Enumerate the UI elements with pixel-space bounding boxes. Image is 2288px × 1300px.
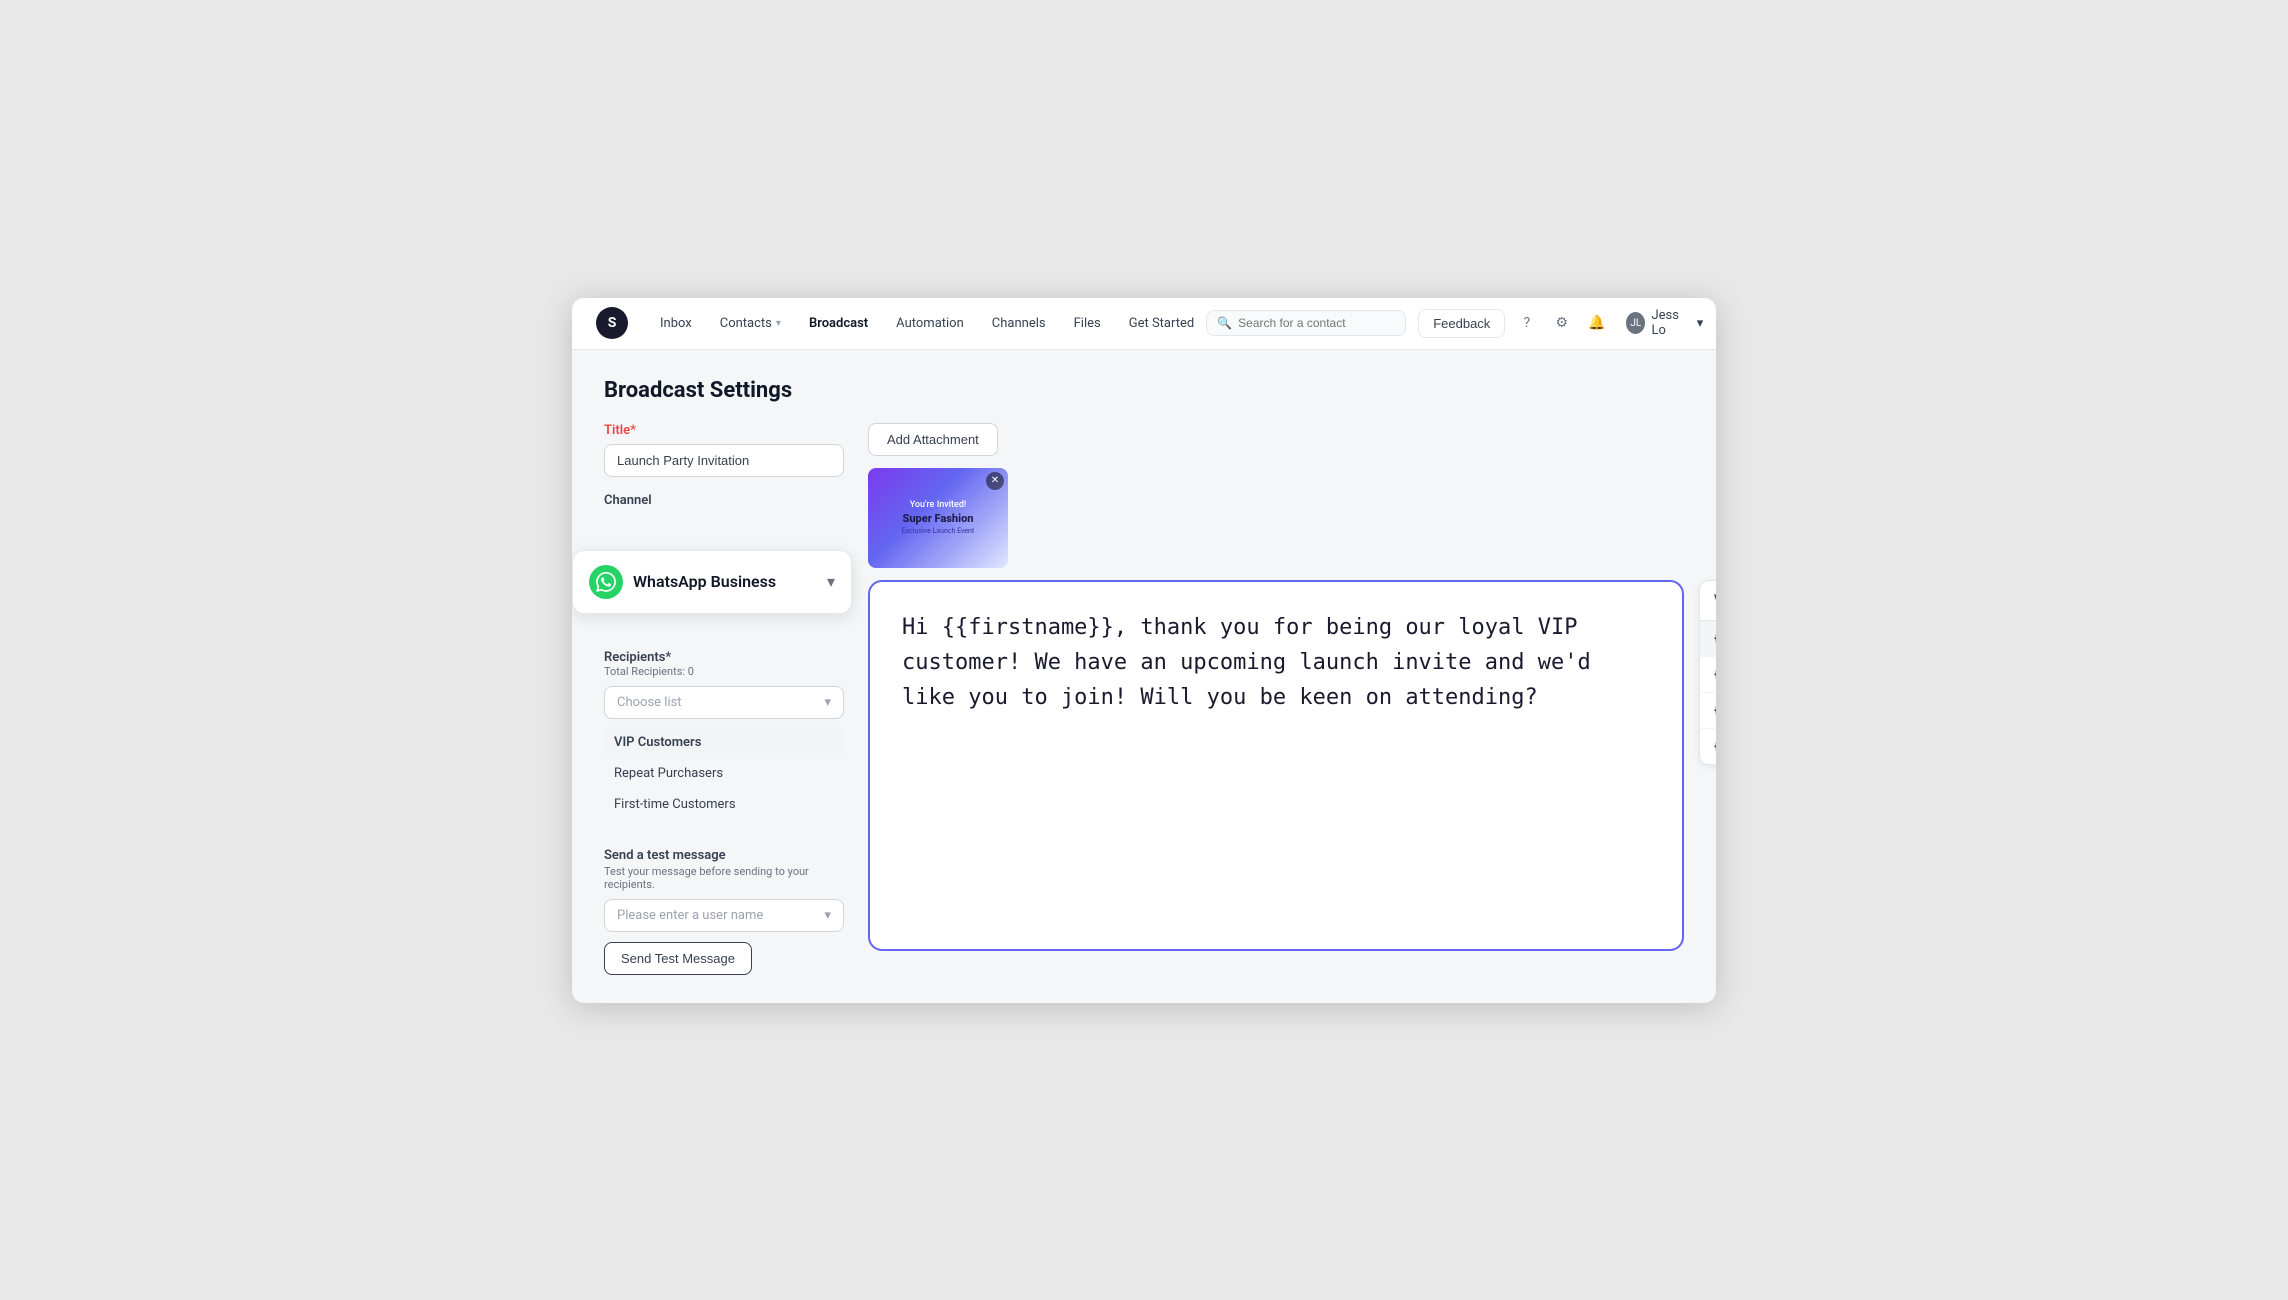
add-attachment-button[interactable]: Add Attachment: [868, 423, 998, 456]
message-area-wrapper: Hi {{firstname}}, thank you for being ou…: [868, 580, 1684, 951]
channel-chevron-icon: ▾: [827, 572, 835, 591]
settings-icon[interactable]: ⚙: [1548, 308, 1575, 338]
test-message-input[interactable]: Please enter a user name ▾: [604, 899, 844, 932]
nav-get-started[interactable]: Get Started: [1117, 310, 1206, 337]
test-message-sub: Test your message before sending to your…: [604, 865, 844, 891]
channel-dropdown[interactable]: WhatsApp Business ▾: [572, 550, 852, 614]
preview-invited-text: You're Invited!: [910, 500, 967, 510]
total-recipients-count: Total Recipients: 0: [604, 665, 844, 678]
title-field-group: Title*: [604, 423, 844, 477]
test-message-title: Send a test message: [604, 848, 844, 863]
feedback-button[interactable]: Feedback: [1418, 309, 1505, 338]
whatsapp-icon: [589, 565, 623, 599]
preview-brand-name: Super Fashion: [903, 512, 974, 525]
message-textarea[interactable]: Hi {{firstname}}, thank you for being ou…: [902, 610, 1650, 910]
nav-inbox[interactable]: Inbox: [648, 310, 704, 337]
nav-files[interactable]: Files: [1062, 310, 1113, 337]
list-item-vip[interactable]: VIP Customers: [604, 727, 844, 758]
search-icon: 🔍: [1217, 316, 1232, 330]
choose-list-chevron-icon: ▾: [824, 695, 831, 710]
user-name: Jess Lo: [1651, 308, 1690, 338]
notifications-icon[interactable]: 🔔: [1583, 308, 1610, 338]
right-panel: Add Attachment You're Invited! Super Fas…: [868, 423, 1684, 951]
search-input[interactable]: [1238, 316, 1378, 330]
test-message-chevron-icon: ▾: [824, 908, 831, 923]
whatsapp-svg: [596, 572, 616, 592]
channel-field-group: Channel: [604, 493, 844, 514]
choose-list-dropdown[interactable]: Choose list ▾: [604, 686, 844, 719]
recipients-section: Recipients* Total Recipients: 0 Choose l…: [604, 650, 844, 820]
user-menu[interactable]: JL Jess Lo ▾: [1618, 304, 1711, 342]
left-panel: Title* Channel Recipients* Total Recipie…: [604, 423, 844, 975]
avatar: JL: [1626, 312, 1645, 334]
search-bar: 🔍: [1206, 310, 1406, 336]
variable-phonenumber[interactable]: {{phonenumber}}: [1700, 693, 1716, 729]
broadcast-layout: Title* Channel Recipients* Total Recipie…: [604, 423, 1684, 975]
user-chevron-icon: ▾: [1697, 316, 1704, 331]
nav-broadcast[interactable]: Broadcast: [797, 310, 880, 337]
send-test-button[interactable]: Send Test Message: [604, 942, 752, 975]
nav-right-actions: Feedback ? ⚙ 🔔 JL Jess Lo ▾: [1418, 304, 1711, 342]
message-area: Hi {{firstname}}, thank you for being ou…: [868, 580, 1684, 951]
title-label: Title*: [604, 423, 844, 438]
preview-sub-text: Exclusive Launch Event: [902, 527, 974, 535]
recipients-list: VIP Customers Repeat Purchasers First-ti…: [604, 727, 844, 820]
preview-close-button[interactable]: ✕: [986, 472, 1004, 490]
test-message-section: Send a test message Test your message be…: [604, 848, 844, 975]
variables-panel: Variables {{firstname}} {{lastname}} {{p…: [1699, 580, 1716, 765]
list-item-repeat[interactable]: Repeat Purchasers: [604, 758, 844, 789]
main-content: Broadcast Settings Title* Channel: [572, 350, 1716, 1003]
nav-contacts[interactable]: Contacts ▾: [708, 310, 793, 337]
variable-firstname[interactable]: {{firstname}}: [1700, 621, 1716, 657]
channel-label: Channel: [604, 493, 844, 508]
page-title: Broadcast Settings: [604, 378, 1684, 403]
help-icon[interactable]: ?: [1513, 308, 1540, 338]
list-item-first-time[interactable]: First-time Customers: [604, 789, 844, 820]
variables-header: Variables: [1700, 581, 1716, 621]
nav-channels[interactable]: Channels: [980, 310, 1058, 337]
app-logo: S: [596, 307, 628, 339]
app-window: S Inbox Contacts ▾ Broadcast Automation …: [572, 298, 1716, 1003]
nav-links: Inbox Contacts ▾ Broadcast Automation Ch…: [648, 310, 1206, 337]
nav-automation[interactable]: Automation: [884, 310, 976, 337]
variable-lastname[interactable]: {{lastname}}: [1700, 657, 1716, 693]
title-input[interactable]: [604, 444, 844, 477]
variable-companyname[interactable]: {{companyname}}: [1700, 729, 1716, 764]
contacts-chevron-icon: ▾: [776, 318, 781, 329]
recipients-label: Recipients*: [604, 650, 844, 665]
channel-name: WhatsApp Business: [633, 572, 817, 591]
navbar: S Inbox Contacts ▾ Broadcast Automation …: [572, 298, 1716, 350]
image-preview-container: You're Invited! Super Fashion Exclusive …: [868, 468, 1008, 568]
